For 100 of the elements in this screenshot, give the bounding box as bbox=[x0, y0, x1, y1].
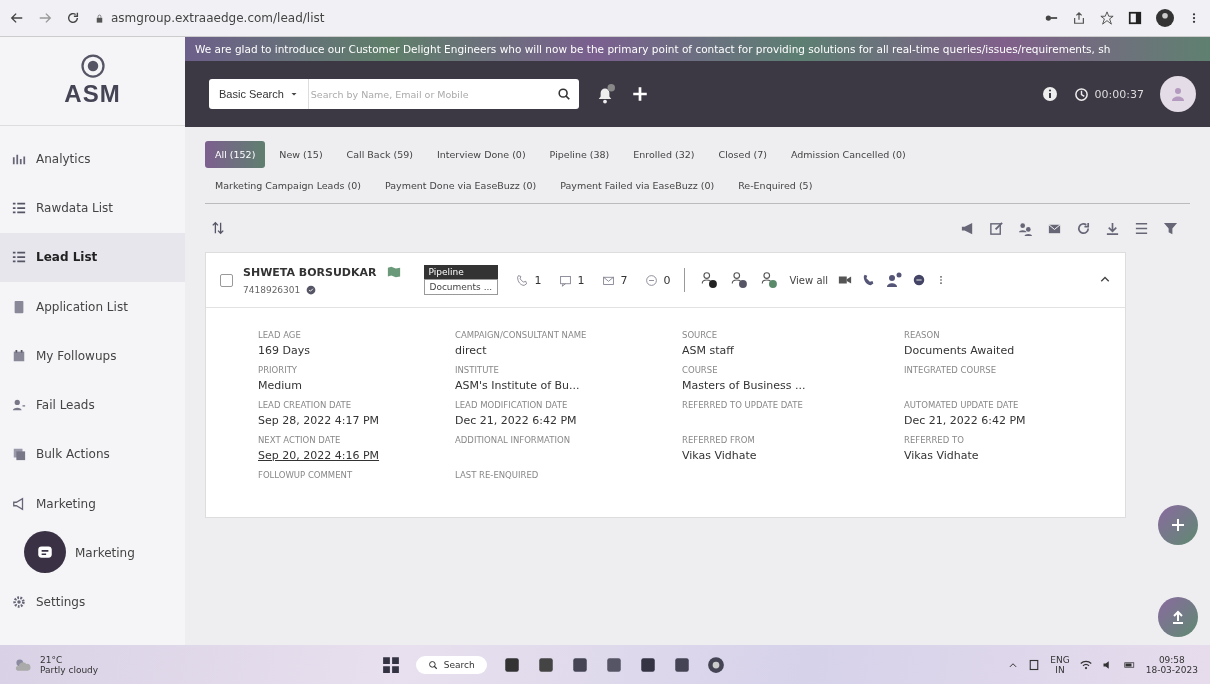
lead-name[interactable]: SHWETA BORSUDKAR bbox=[243, 265, 377, 279]
filter-tab[interactable]: Interview Done (0) bbox=[426, 141, 536, 168]
activity-count: 0 bbox=[663, 273, 671, 287]
filter-tab[interactable]: Marketing Campaign Leads (0) bbox=[205, 172, 371, 199]
windows-icon[interactable] bbox=[381, 655, 400, 674]
megaphone-icon[interactable] bbox=[960, 220, 975, 236]
taskbar-search[interactable]: Search bbox=[415, 655, 487, 674]
tablet-icon[interactable] bbox=[1028, 658, 1041, 671]
avatar[interactable] bbox=[1160, 76, 1196, 112]
sub-stage-dropdown[interactable]: Documents ... bbox=[424, 279, 499, 295]
address-bar[interactable]: asmgroup.extraaedge.com/lead/list bbox=[111, 11, 325, 25]
filter-tab[interactable]: Re-Enquired (5) bbox=[728, 172, 823, 199]
phone-number: 7418926301 bbox=[243, 285, 301, 295]
wifi-icon[interactable] bbox=[1079, 658, 1092, 671]
user-icon bbox=[12, 398, 26, 413]
view-all-link[interactable]: View all bbox=[789, 274, 829, 286]
field-label: NEXT ACTION DATE bbox=[258, 435, 342, 445]
field-value: Dec 21, 2022 6:42 PM bbox=[904, 414, 1027, 427]
person-icon[interactable] bbox=[759, 271, 780, 289]
sidebar-item[interactable]: Application List bbox=[0, 281, 185, 332]
sidebar-item[interactable]: Marketing bbox=[0, 479, 185, 529]
field-label: LEAD CREATION DATE bbox=[258, 400, 353, 410]
message-icon bbox=[36, 543, 54, 561]
filter-tab[interactable]: New (15) bbox=[269, 141, 333, 168]
person-icon[interactable] bbox=[729, 271, 750, 289]
upload-button[interactable] bbox=[1158, 597, 1198, 637]
search-icon[interactable] bbox=[557, 87, 571, 101]
sidebar-item[interactable]: Lead List bbox=[0, 232, 185, 282]
field-label: COURSE bbox=[682, 365, 719, 375]
lock-icon bbox=[94, 12, 105, 24]
field-value: Vikas Vidhate bbox=[904, 449, 980, 462]
profile-icon[interactable] bbox=[1156, 9, 1174, 27]
filter-tab[interactable]: Admission Cancelled (0) bbox=[780, 141, 916, 168]
users-icon[interactable] bbox=[1018, 220, 1033, 236]
language-indicator[interactable]: ENG bbox=[1050, 654, 1070, 665]
date-link[interactable]: Sep 20, 2022 4:16 PM bbox=[258, 449, 428, 462]
list-icon[interactable] bbox=[1134, 220, 1149, 236]
filter-tab[interactable]: Call Back (59) bbox=[336, 141, 423, 168]
region-indicator: IN bbox=[1055, 664, 1065, 675]
reload-icon[interactable] bbox=[66, 11, 80, 25]
sort-icon[interactable] bbox=[211, 221, 225, 235]
checkbox[interactable] bbox=[220, 273, 233, 287]
list-icon bbox=[12, 250, 26, 265]
refresh-icon[interactable] bbox=[1076, 220, 1091, 236]
field-value: Medium bbox=[258, 379, 303, 392]
sidebar-item[interactable]: Fail Leads bbox=[0, 380, 185, 430]
sidebar-item[interactable]: Marketing bbox=[0, 528, 185, 578]
field-label: REFERRED FROM bbox=[682, 435, 756, 445]
sidebar-item[interactable]: My Followups bbox=[0, 331, 185, 381]
session-timer: 00:00:37 bbox=[1094, 87, 1144, 101]
field-label: AUTOMATED UPDATE DATE bbox=[904, 400, 1020, 410]
user-icon bbox=[1170, 86, 1186, 102]
calendar-icon bbox=[12, 348, 26, 363]
field-label: ADDITIONAL INFORMATION bbox=[455, 435, 571, 445]
field-label: REASON bbox=[904, 330, 941, 340]
chat-button[interactable] bbox=[24, 531, 66, 573]
emblem-icon bbox=[80, 54, 105, 78]
share-icon[interactable] bbox=[1072, 11, 1086, 25]
filter-tab[interactable]: Enrolled (32) bbox=[623, 141, 705, 168]
field-label: SOURCE bbox=[682, 330, 719, 340]
filter-tab[interactable]: Payment Done via EaseBuzz (0) bbox=[374, 172, 547, 199]
download-icon[interactable] bbox=[1105, 220, 1120, 236]
filter-tab[interactable]: Pipeline (38) bbox=[539, 141, 620, 168]
activity-count: 1 bbox=[534, 273, 542, 287]
gear-icon bbox=[12, 595, 26, 610]
search-mode-dropdown[interactable]: Basic Search bbox=[209, 79, 309, 109]
logo-text: ASM bbox=[64, 80, 121, 108]
filter-tab[interactable]: Closed (7) bbox=[708, 141, 777, 168]
megaphone-icon bbox=[12, 496, 26, 511]
plus-icon[interactable] bbox=[631, 85, 649, 103]
sidebar-item[interactable]: Analytics bbox=[0, 134, 185, 184]
back-icon[interactable] bbox=[10, 11, 24, 25]
person-icon[interactable] bbox=[699, 271, 720, 289]
field-value: Sep 28, 2022 4:17 PM bbox=[258, 414, 381, 427]
caret-icon bbox=[289, 90, 298, 98]
upload-icon bbox=[1170, 609, 1186, 625]
edit-icon[interactable] bbox=[989, 220, 1004, 236]
document-icon bbox=[12, 299, 26, 314]
search-field[interactable]: Basic Search Search by Name, Email or Mobile bbox=[209, 79, 579, 109]
field-value: Dec 21, 2022 6:42 PM bbox=[455, 414, 578, 427]
comment-icon bbox=[559, 273, 573, 287]
field-value: ASM staff bbox=[682, 344, 735, 357]
star-icon[interactable] bbox=[1100, 11, 1114, 25]
sidebar-item[interactable]: Rawdata List bbox=[0, 183, 185, 233]
field-label: REFERRED TO UPDATE DATE bbox=[682, 400, 804, 410]
field-value: Documents Awaited bbox=[904, 344, 1016, 357]
filter-tab[interactable]: Payment Failed via EaseBuzz (0) bbox=[550, 172, 725, 199]
sidebar-icon[interactable] bbox=[1128, 11, 1142, 25]
sidebar-item[interactable]: Bulk Actions bbox=[0, 429, 185, 480]
filter-tab[interactable]: All (152) bbox=[205, 141, 266, 168]
user-icon[interactable] bbox=[886, 272, 903, 288]
sidebar-item[interactable]: Settings bbox=[0, 577, 185, 627]
add-button[interactable] bbox=[1158, 505, 1198, 545]
info-icon[interactable] bbox=[1041, 86, 1058, 102]
clock-date: 18-03-2023 bbox=[1145, 664, 1198, 675]
filter-icon[interactable] bbox=[1163, 220, 1178, 236]
field-label: REFERRED TO bbox=[904, 435, 965, 445]
phone-icon bbox=[516, 273, 530, 287]
field-label: LEAD AGE bbox=[258, 330, 302, 340]
weather-text: Partly cloudy bbox=[40, 664, 99, 675]
